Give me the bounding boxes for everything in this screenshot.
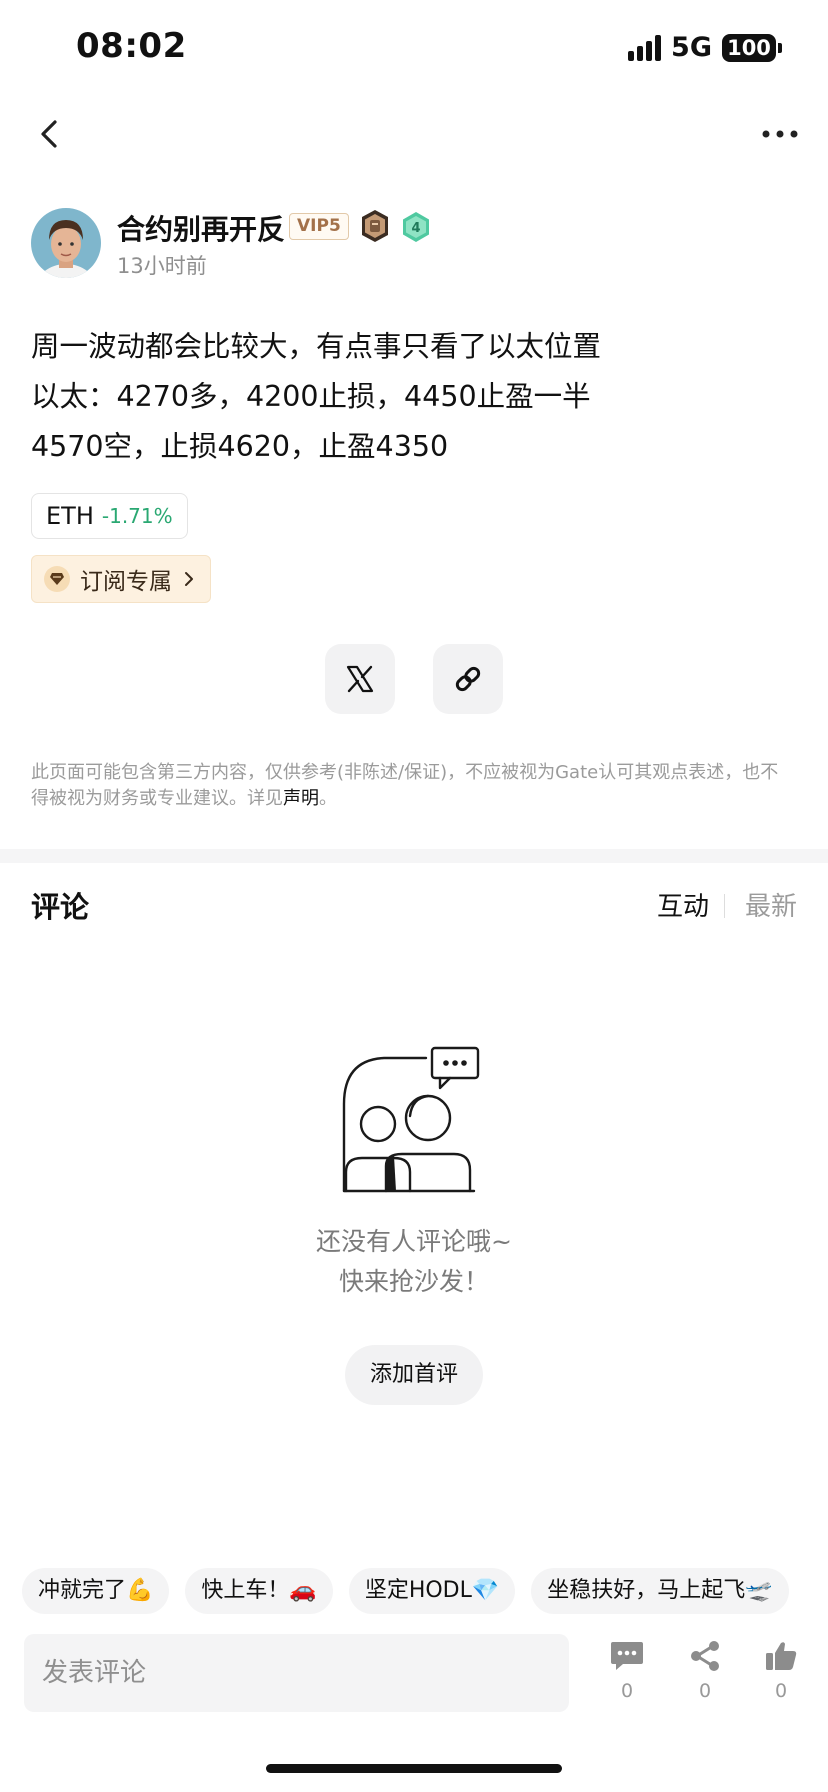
status-indicators: 5G 100: [628, 32, 782, 63]
level-badge: 4: [401, 211, 431, 243]
section-divider: [0, 849, 828, 863]
ticker-symbol: ETH: [46, 502, 94, 530]
status-bar: 08:02 5G 100: [0, 0, 828, 96]
medal-icon: [358, 209, 392, 243]
disclaimer-link[interactable]: 声明: [283, 788, 319, 809]
avatar[interactable]: [31, 208, 101, 278]
tab-latest[interactable]: 最新: [745, 886, 797, 923]
comment-count-button[interactable]: 0: [602, 1640, 652, 1702]
ticker-change: -1.71%: [101, 504, 173, 528]
more-options-button[interactable]: [758, 114, 802, 154]
link-icon: [455, 666, 481, 692]
ticker-chip[interactable]: ETH -1.71%: [31, 493, 188, 539]
quick-reply-chip[interactable]: 快上车！🚗: [185, 1568, 333, 1614]
comment-count: 0: [620, 1680, 634, 1702]
share-x-button[interactable]: [325, 644, 395, 714]
signal-icon: [628, 34, 662, 61]
home-indicator: [266, 1764, 562, 1773]
network-label: 5G: [671, 32, 712, 63]
more-dots-icon: [762, 130, 798, 138]
x-logo-icon: [346, 665, 374, 693]
like-count-button[interactable]: 0: [756, 1640, 806, 1702]
share-icon: [691, 1641, 719, 1671]
subscribe-exclusive-button[interactable]: 订阅专属: [31, 555, 211, 603]
back-button[interactable]: [30, 114, 70, 154]
vip-badge: VIP5: [289, 213, 349, 240]
add-first-comment-button[interactable]: 添加首评: [345, 1345, 483, 1405]
post-line: 4570空，止损4620，止盈4350: [31, 430, 449, 463]
chevron-right-icon: [185, 572, 193, 586]
tab-interact[interactable]: 互动: [657, 886, 709, 923]
top-nav: [0, 100, 828, 170]
post-body: 周一波动都会比较大，有点事只看了以太位置 以太：4270多，4200止损，445…: [31, 322, 801, 472]
quick-reply-chip[interactable]: 坚定HODL💎: [348, 1568, 516, 1614]
comment-input[interactable]: 发表评论: [24, 1634, 569, 1712]
author-name[interactable]: 合约别再开反: [117, 208, 285, 248]
share-count-button[interactable]: 0: [680, 1640, 730, 1702]
comments-title: 评论: [31, 890, 90, 924]
empty-line-1: 还没有人评论哦~: [316, 1227, 512, 1256]
empty-comments-illustration: [342, 1046, 480, 1193]
empty-line-2: 快来抢沙发！: [338, 1267, 489, 1296]
post-time: 13小时前: [117, 254, 207, 278]
author-header: 合约别再开反 VIP5 4 13小时前: [31, 208, 771, 280]
thumbs-up-icon: [766, 1642, 797, 1670]
battery-icon: 100: [722, 33, 782, 62]
diamond-icon: [44, 566, 70, 592]
share-count: 0: [698, 1680, 712, 1702]
avatar-image: [31, 208, 101, 278]
post-line: 周一波动都会比较大，有点事只看了以太位置: [31, 330, 602, 363]
quick-reply-chip[interactable]: 冲就完了💪: [22, 1568, 170, 1614]
empty-comments-text: 还没有人评论哦~ 快来抢沙发！: [0, 1222, 828, 1302]
post-line: 以太：4270多，4200止损，4450止盈一半: [31, 380, 591, 413]
disclaimer-text: 此页面可能包含第三方内容，仅供参考(非陈述/保证)，不应被视为Gate认可其观点…: [31, 762, 779, 809]
quick-reply-bar: 冲就完了💪 快上车！🚗 坚定HODL💎 坐稳扶好，马上起飞🛫: [22, 1568, 828, 1614]
like-count: 0: [774, 1680, 788, 1702]
subscribe-label: 订阅专属: [80, 569, 172, 595]
disclaimer-suffix: 。: [319, 788, 337, 809]
comments-header: 评论 互动 最新: [31, 884, 797, 928]
chevron-left-icon: [41, 120, 57, 148]
copy-link-button[interactable]: [433, 644, 503, 714]
comment-icon: [611, 1642, 643, 1670]
quick-reply-chip[interactable]: 坐稳扶好，马上起飞🛫: [531, 1568, 789, 1614]
tab-separator: [724, 894, 725, 918]
disclaimer: 此页面可能包含第三方内容，仅供参考(非陈述/保证)，不应被视为Gate认可其观点…: [31, 760, 791, 812]
level-number: 4: [411, 221, 420, 236]
status-time: 08:02: [76, 26, 187, 66]
